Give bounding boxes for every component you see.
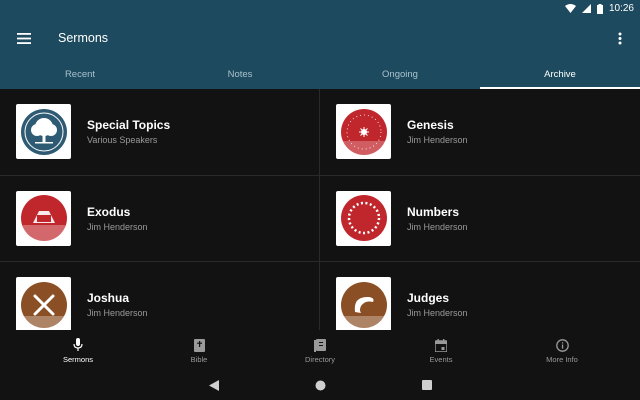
series-thumbnail [336, 190, 391, 246]
nav-label: Directory [304, 354, 335, 364]
tree-icon [20, 108, 67, 155]
star-icon [340, 108, 387, 155]
horn-icon [340, 281, 387, 328]
info-icon [555, 338, 569, 352]
series-title: Exodus [87, 204, 131, 219]
series-title: Genesis [407, 118, 454, 133]
series-speaker: Various Speakers [87, 135, 158, 146]
system-navigation-bar [0, 370, 640, 400]
directory-icon [314, 338, 326, 352]
series-card-numbers[interactable]: Numbers Jim Henderson [320, 176, 640, 262]
swords-icon [20, 281, 67, 328]
calendar-icon [435, 338, 447, 352]
series-grid: Special Topics Various Speakers Genesis … [0, 89, 640, 330]
bible-icon [193, 338, 205, 352]
series-thumbnail [16, 104, 71, 160]
nav-label: Sermons [62, 354, 93, 364]
tab-archive[interactable]: Archive [480, 59, 640, 89]
status-time: 10:26 [608, 3, 634, 14]
nav-sermons[interactable]: Sermons [38, 330, 118, 370]
series-speaker: Jim Henderson [87, 308, 148, 319]
series-card-genesis[interactable]: Genesis Jim Henderson [320, 89, 640, 176]
nav-bible[interactable]: Bible [159, 330, 239, 370]
series-title: Joshua [87, 291, 130, 306]
microphone-icon [73, 337, 83, 351]
menu-icon[interactable] [16, 30, 32, 46]
bottom-navigation: Sermons Bible Directory Events More Info [0, 330, 640, 370]
tab-notes[interactable]: Notes [160, 59, 320, 89]
more-vert-icon[interactable] [612, 30, 628, 46]
series-title: Judges [407, 291, 450, 306]
series-title: Numbers [407, 204, 460, 219]
series-card-special-topics[interactable]: Special Topics Various Speakers [0, 89, 320, 176]
nav-label: Bible [190, 354, 208, 364]
tab-ongoing[interactable]: Ongoing [320, 59, 480, 89]
series-speaker: Jim Henderson [407, 221, 468, 232]
series-speaker: Jim Henderson [407, 308, 468, 319]
series-thumbnail [16, 277, 71, 330]
home-icon[interactable] [315, 380, 326, 391]
series-card-judges[interactable]: Judges Jim Henderson [320, 262, 640, 330]
nav-events[interactable]: Events [401, 330, 481, 370]
page-title: Sermons [58, 31, 109, 45]
recents-icon[interactable] [421, 380, 432, 390]
wifi-icon [564, 4, 576, 13]
signal-icon [581, 4, 591, 13]
app-bar: Sermons [0, 17, 640, 59]
series-title: Special Topics [87, 118, 171, 133]
tribes-icon [340, 195, 387, 242]
series-thumbnail [336, 277, 391, 330]
tab-recent[interactable]: Recent [0, 59, 160, 89]
nav-label: More Info [546, 354, 578, 364]
series-thumbnail [336, 104, 391, 160]
tablets-icon [20, 195, 67, 242]
series-speaker: Jim Henderson [87, 221, 148, 232]
nav-more-info[interactable]: More Info [522, 330, 602, 370]
tab-bar: Recent Notes Ongoing Archive [0, 59, 640, 89]
status-bar: 10:26 [0, 0, 640, 17]
series-thumbnail [16, 190, 71, 246]
back-icon[interactable] [208, 379, 219, 391]
series-card-exodus[interactable]: Exodus Jim Henderson [0, 175, 320, 262]
nav-directory[interactable]: Directory [280, 330, 360, 370]
nav-label: Events [429, 354, 453, 364]
series-card-joshua[interactable]: Joshua Jim Henderson [0, 262, 320, 330]
series-speaker: Jim Henderson [407, 135, 468, 146]
battery-icon [596, 3, 603, 14]
